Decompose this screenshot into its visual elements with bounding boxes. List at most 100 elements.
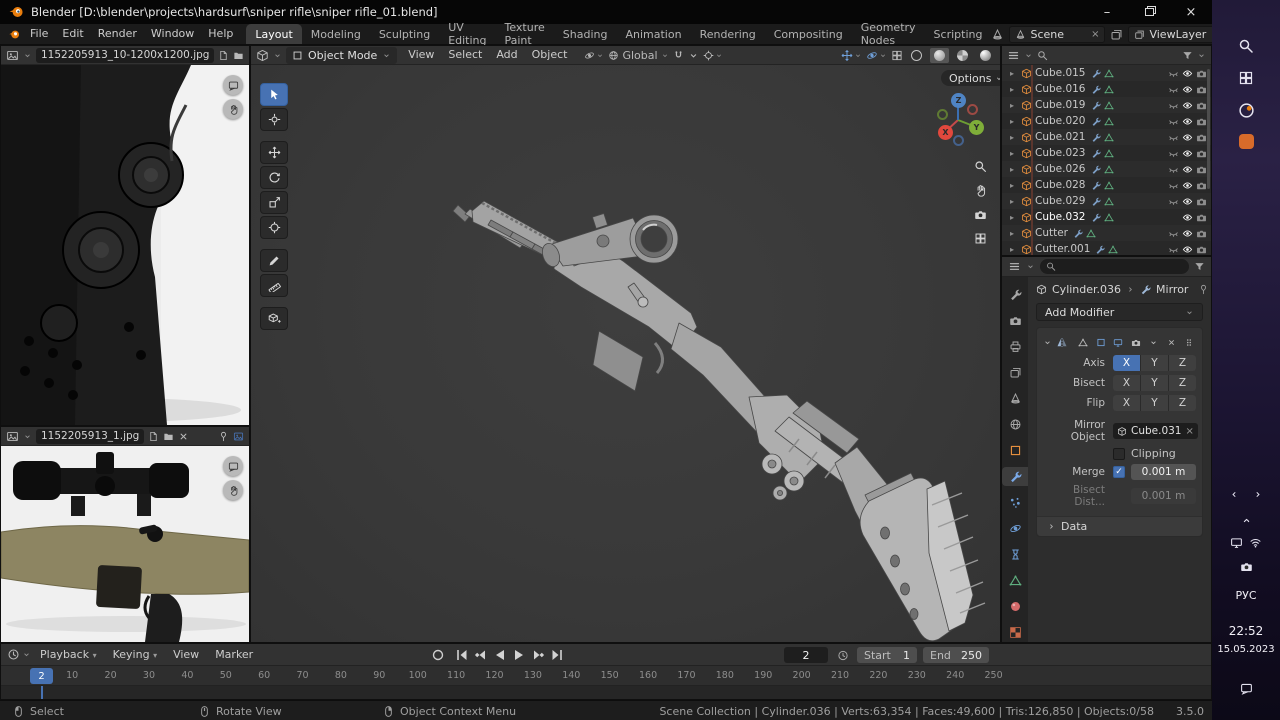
expand-arrow-icon[interactable]: ▸ <box>1010 149 1018 158</box>
blender-menu-icon[interactable] <box>8 28 21 41</box>
scene-selector[interactable]: Scene × <box>1009 25 1106 43</box>
scene-unlink-icon[interactable]: × <box>1091 29 1099 40</box>
outliner-scrollbar[interactable] <box>1207 69 1210 189</box>
hide-in-viewport-icon[interactable] <box>1168 147 1179 160</box>
pinned-app-icon[interactable] <box>1212 134 1280 149</box>
preview-range-icon[interactable] <box>837 649 849 662</box>
viewlayer-browse-icon[interactable] <box>1110 28 1123 41</box>
show-overlays-toggle[interactable] <box>866 49 887 62</box>
minimize-button[interactable]: – <box>1086 0 1128 24</box>
show-in-viewport-icon[interactable] <box>1182 243 1193 256</box>
show-in-viewport-icon[interactable] <box>1182 67 1193 80</box>
hide-in-viewport-icon[interactable] <box>1168 131 1179 144</box>
hide-in-viewport-icon[interactable] <box>1168 179 1179 192</box>
tab-modifiers[interactable] <box>1002 467 1028 486</box>
realtime-toggle[interactable] <box>1111 335 1125 350</box>
gizmo-y-axis[interactable]: Y <box>969 120 984 135</box>
disable-in-render-icon[interactable] <box>1196 179 1207 192</box>
xray-toggle[interactable] <box>891 49 903 62</box>
menubar-item[interactable]: Window <box>144 24 201 44</box>
menubar-item[interactable]: File <box>23 24 55 44</box>
merge-checkbox[interactable]: ✓ <box>1113 466 1125 478</box>
bisect-y-button[interactable]: Y <box>1141 375 1168 391</box>
filter-icon[interactable] <box>1182 49 1193 62</box>
marker-menu[interactable]: Marker <box>208 645 260 665</box>
outliner-row[interactable]: ▸ Cube.023 <box>1002 145 1211 161</box>
tool-annotate[interactable] <box>260 249 288 272</box>
timeline-editor-icon[interactable] <box>7 648 20 661</box>
timeline-ruler[interactable]: 10 20 30 40 50 60 70 80 90 100 110 120 130 140 150 160 1… <box>1 666 1211 686</box>
bisect-x-button[interactable]: X <box>1113 375 1140 391</box>
flip-x-button[interactable]: X <box>1113 395 1140 411</box>
outliner-row[interactable]: ▸ Cube.026 <box>1002 161 1211 177</box>
play-reverse-button[interactable] <box>491 646 508 663</box>
frame-end-field[interactable]: End 250 <box>923 647 989 663</box>
expand-arrow-icon[interactable]: ▸ <box>1010 245 1018 254</box>
shading-material-button[interactable] <box>953 48 972 63</box>
pan-overlay-button[interactable] <box>223 480 243 500</box>
tab-constraints[interactable] <box>1003 545 1027 564</box>
tab-render[interactable] <box>1003 311 1027 330</box>
notification-center-icon[interactable] <box>1212 682 1280 695</box>
tab-world[interactable] <box>1003 415 1027 434</box>
render-toggle[interactable] <box>1129 335 1143 350</box>
hide-in-viewport-icon[interactable] <box>1168 115 1179 128</box>
workspace-tab[interactable]: Geometry Nodes <box>852 21 925 47</box>
outliner-row[interactable]: ▸ Cube.021 <box>1002 129 1211 145</box>
current-frame-field[interactable]: 2 <box>784 647 828 663</box>
breadcrumb-modifier[interactable]: Mirror <box>1156 283 1188 296</box>
workspace-tab[interactable]: Rendering <box>691 24 765 44</box>
navigation-gizmo[interactable]: X Y Z <box>929 91 987 149</box>
tool-add-cube[interactable] <box>260 307 288 330</box>
tool-scale[interactable] <box>260 191 288 214</box>
pin-icon[interactable] <box>218 430 229 443</box>
clock-date[interactable]: 15.05.2023 <box>1212 644 1280 655</box>
tool-move[interactable] <box>260 141 288 164</box>
breadcrumb-object[interactable]: Cylinder.036 <box>1052 283 1121 296</box>
unlink-image-button[interactable] <box>248 49 249 62</box>
previous-keyframe-button[interactable] <box>472 646 489 663</box>
tab-output[interactable] <box>1003 337 1027 356</box>
clear-object-icon[interactable]: × <box>1186 426 1194 437</box>
taskbar-overflow-arrows[interactable] <box>1212 488 1280 501</box>
expand-arrow-icon[interactable]: ▸ <box>1010 197 1018 206</box>
show-in-viewport-icon[interactable] <box>1182 211 1193 224</box>
outliner-row[interactable]: ▸ Cutter.001 <box>1002 241 1211 255</box>
gizmo-minus-y-axis[interactable] <box>937 109 948 120</box>
workspace-tab[interactable]: UV Editing <box>439 21 495 47</box>
orientation-dropdown[interactable]: Global <box>608 49 668 62</box>
filter-icon[interactable] <box>1194 260 1205 273</box>
gizmo-z-axis[interactable]: Z <box>951 93 966 108</box>
show-in-viewport-icon[interactable] <box>1182 99 1193 112</box>
bisect-z-button[interactable]: Z <box>1169 375 1196 391</box>
viewport-menu-item[interactable]: Select <box>441 46 489 64</box>
shading-rendered-button[interactable] <box>976 48 995 63</box>
pivot-dropdown[interactable] <box>584 49 604 62</box>
workspace-tab[interactable]: Scripting <box>925 24 992 44</box>
ortho-grid-icon[interactable] <box>974 232 987 245</box>
outliner-editor-icon[interactable] <box>1007 49 1020 62</box>
modifier-panel-header[interactable] <box>1043 333 1196 351</box>
disable-in-render-icon[interactable] <box>1196 147 1207 160</box>
expand-arrow-icon[interactable]: ▸ <box>1010 133 1018 142</box>
hide-in-viewport-icon[interactable] <box>1168 99 1179 112</box>
gizmo-minus-z-axis[interactable] <box>953 135 964 146</box>
axis-z-button[interactable]: Z <box>1169 355 1196 371</box>
outliner-row[interactable]: ▸ Cube.028 <box>1002 177 1211 193</box>
reference-image-stock[interactable] <box>1 65 249 425</box>
task-view-icon[interactable] <box>1212 70 1280 86</box>
show-in-viewport-icon[interactable] <box>1182 163 1193 176</box>
workspace-tab[interactable]: Modeling <box>302 24 370 44</box>
zoom-icon[interactable] <box>974 160 987 173</box>
workspace-tab[interactable]: Compositing <box>765 24 852 44</box>
expand-arrow-icon[interactable]: ▸ <box>1010 85 1018 94</box>
add-modifier-dropdown[interactable]: Add Modifier <box>1036 303 1203 321</box>
browser-app-icon[interactable] <box>1212 102 1280 119</box>
properties-search-input[interactable] <box>1040 259 1189 274</box>
image-editor-icon[interactable] <box>6 430 19 443</box>
viewport-menu-item[interactable]: View <box>401 46 441 64</box>
show-in-viewport-icon[interactable] <box>1182 147 1193 160</box>
viewport-menu-item[interactable]: Object <box>525 46 575 64</box>
hide-in-viewport-icon[interactable] <box>1168 67 1179 80</box>
data-subpanel-header[interactable]: Data <box>1037 516 1202 536</box>
